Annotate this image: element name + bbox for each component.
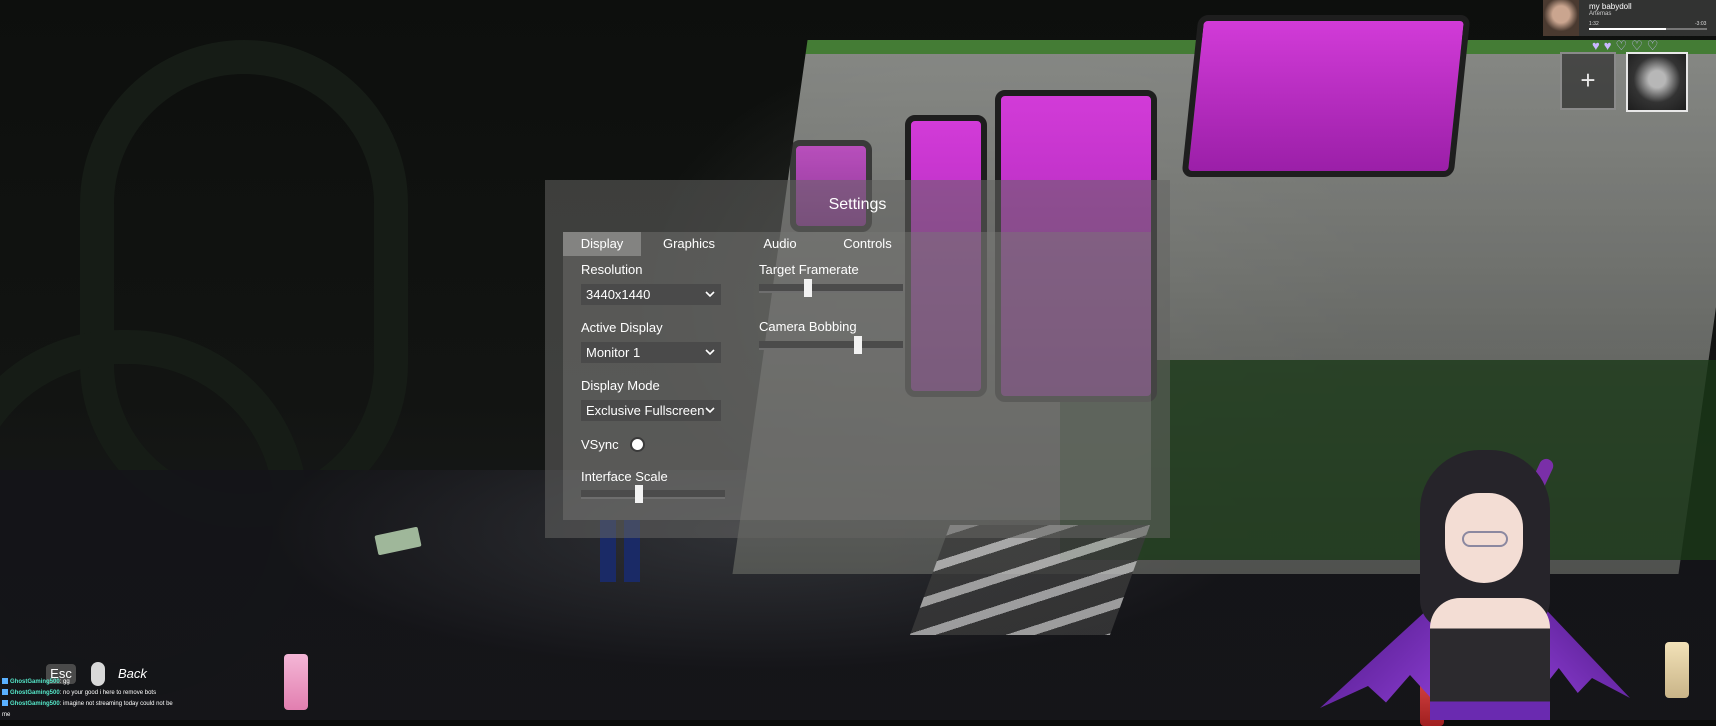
energy-can-cream — [1665, 642, 1689, 698]
track-artist: Artemas — [1589, 11, 1612, 17]
target-framerate-thumb[interactable] — [804, 279, 812, 297]
tab-graphics[interactable]: Graphics — [655, 232, 723, 256]
vtuber-avatar — [1320, 428, 1630, 720]
chat-username: GhostGaming500 — [10, 701, 60, 707]
vsync-label: VSync — [581, 437, 619, 452]
chat-username: GhostGaming500 — [10, 679, 60, 685]
chat-message: GhostGaming500: no your good i here to r… — [2, 688, 182, 699]
avatar-glasses — [1462, 531, 1508, 547]
settings-panel: Settings Display Graphics Audio Controls… — [545, 180, 1170, 538]
elapsed-time: 1:32 — [1589, 21, 1599, 27]
avatar — [1543, 0, 1579, 36]
rv-window-large — [1181, 15, 1471, 177]
target-framerate-slider[interactable] — [759, 279, 903, 297]
tab-display[interactable]: Display — [563, 232, 641, 256]
resolution-label: Resolution — [581, 262, 643, 277]
track-progress-fill — [1589, 28, 1666, 30]
wing-left — [1320, 598, 1440, 708]
chat-message: GhostGaming500: imagine not streaming to… — [2, 699, 182, 721]
display-mode-label: Display Mode — [581, 378, 660, 393]
vsync-toggle[interactable] — [630, 437, 645, 452]
chat-badge-icon — [2, 689, 8, 696]
active-display-label: Active Display — [581, 320, 663, 335]
chevron-down-icon — [705, 349, 715, 356]
chat-badge-icon — [2, 678, 8, 685]
display-mode-value: Exclusive Fullscreen — [586, 403, 705, 418]
track-title: my babydoll — [1589, 2, 1632, 11]
tab-controls[interactable]: Controls — [830, 232, 905, 256]
target-framerate-label: Target Framerate — [759, 262, 859, 277]
chevron-down-icon — [705, 291, 715, 298]
interface-scale-label: Interface Scale — [581, 469, 668, 484]
chat-message: GhostGaming500: gg — [2, 677, 182, 688]
display-mode-dropdown[interactable]: Exclusive Fullscreen — [581, 400, 721, 421]
resolution-value: 3440x1440 — [586, 287, 651, 302]
chat-badge-icon — [2, 700, 8, 707]
camera-bobbing-label: Camera Bobbing — [759, 319, 857, 334]
tab-audio[interactable]: Audio — [750, 232, 810, 256]
chat-text: : gg — [59, 679, 70, 685]
interface-scale-thumb[interactable] — [635, 485, 643, 503]
remaining-time: -3:03 — [1695, 21, 1707, 27]
interface-scale-slider[interactable] — [581, 485, 725, 503]
avatar-body — [1430, 598, 1550, 720]
chevron-down-icon — [705, 407, 715, 414]
rv-stairs — [909, 525, 1151, 635]
chat-text: : no your good i here to remove bots — [59, 690, 157, 696]
active-display-dropdown[interactable]: Monitor 1 — [581, 342, 721, 363]
add-button[interactable]: + — [1560, 52, 1616, 110]
track-progress-bar — [1589, 28, 1707, 30]
profile-photo[interactable] — [1626, 52, 1688, 112]
energy-can-pink — [284, 654, 308, 710]
resolution-dropdown[interactable]: 3440x1440 — [581, 284, 721, 305]
chat-username: GhostGaming500 — [10, 690, 60, 696]
now-playing-card: my babydoll Artemas 1:32 -3:03 — [1543, 0, 1716, 36]
chat-overlay: GhostGaming500: gg GhostGaming500: no yo… — [2, 677, 182, 721]
camera-bobbing-slider[interactable] — [759, 336, 903, 354]
camera-bobbing-thumb[interactable] — [854, 336, 862, 354]
active-display-value: Monitor 1 — [586, 345, 641, 360]
settings-title: Settings — [828, 196, 887, 213]
